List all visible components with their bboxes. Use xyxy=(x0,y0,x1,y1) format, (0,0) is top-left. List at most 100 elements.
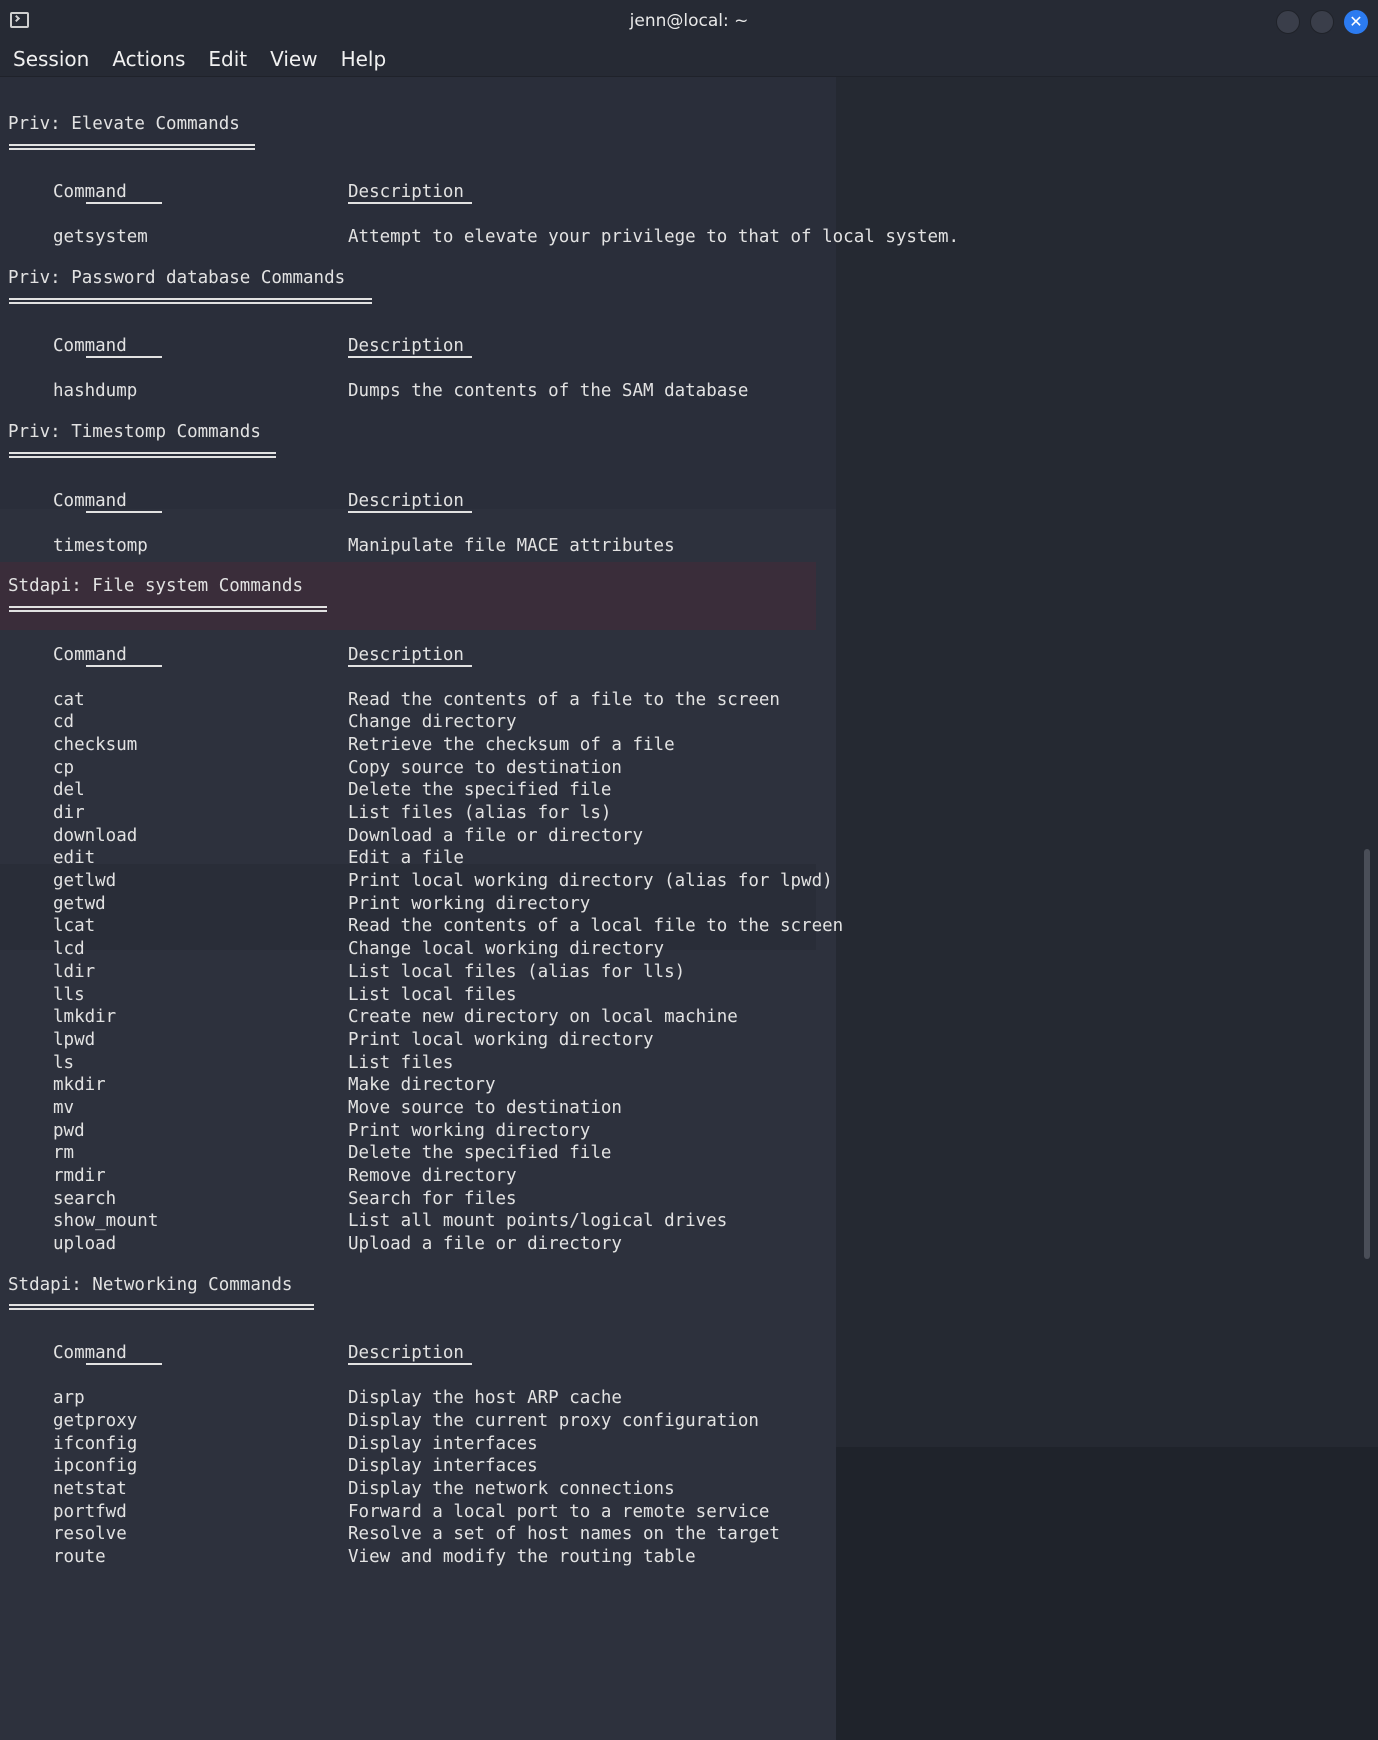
command-description: Move source to destination xyxy=(348,1097,622,1118)
command-name: arp xyxy=(53,1388,85,1409)
menu-help[interactable]: Help xyxy=(328,43,397,71)
window-title: jenn@local: ~ xyxy=(629,11,749,31)
command-name: cat xyxy=(53,689,85,710)
command-description: Display the current proxy configuration xyxy=(348,1410,759,1431)
command-row: del Delete the specified file xyxy=(8,779,1348,802)
command-row: timestomp Manipulate file MACE attributes xyxy=(8,535,1348,558)
column-header-underline xyxy=(8,202,1348,226)
command-name: lcat xyxy=(53,916,96,937)
menu-view[interactable]: View xyxy=(257,43,327,71)
command-row: mkdir Make directory xyxy=(8,1074,1348,1097)
command-row: lmkdir Create new directory on local mach… xyxy=(8,1006,1348,1029)
command-description: Print working directory xyxy=(348,1120,591,1141)
command-name: rmdir xyxy=(53,1166,106,1186)
command-description: Print local working directory (alias for… xyxy=(348,871,833,892)
command-description: Search for files xyxy=(348,1188,517,1209)
command-name: lcd xyxy=(53,939,85,960)
header-command: Command xyxy=(53,336,127,357)
command-name: ldir xyxy=(53,961,96,982)
section: Priv: Elevate Commands Command Description… xyxy=(8,113,1348,249)
column-header-row: Command Description xyxy=(8,1342,1348,1365)
command-name: getsystem xyxy=(53,227,148,248)
command-name: netstat xyxy=(53,1478,127,1499)
title-bar: jenn@local: ~ ✕ xyxy=(0,0,1378,43)
menu-edit[interactable]: Edit xyxy=(195,43,257,71)
column-header-row: Command Description xyxy=(8,644,1348,667)
command-description: Display interfaces xyxy=(348,1456,538,1477)
command-row: upload Upload a file or directory xyxy=(8,1233,1348,1256)
command-name: del xyxy=(53,780,85,801)
command-description: Change local working directory xyxy=(348,939,665,960)
command-name: upload xyxy=(53,1234,117,1255)
command-row: cp Copy source to destination xyxy=(8,757,1348,780)
command-row: lls List local files xyxy=(8,984,1348,1007)
command-row: edit Edit a file xyxy=(8,847,1348,870)
terminal-text: Priv: Elevate Commands Command Description… xyxy=(8,77,1348,1569)
header-description: Description xyxy=(348,182,464,203)
menu-session[interactable]: Session xyxy=(0,43,99,71)
command-description: Delete the specified file xyxy=(348,780,612,801)
command-description: Create new directory on local machine xyxy=(348,1007,738,1028)
section-title: Priv: Password database Commands xyxy=(8,268,346,289)
column-header-underline xyxy=(8,1363,1348,1387)
command-name: rm xyxy=(53,1143,75,1164)
command-description: Display the host ARP cache xyxy=(348,1388,622,1409)
command-name: cd xyxy=(53,712,75,733)
close-button[interactable]: ✕ xyxy=(1344,10,1368,34)
command-row: arp Display the host ARP cache xyxy=(8,1387,1348,1410)
column-header-row: Command Description xyxy=(8,490,1348,513)
section: Priv: Timestomp Commands Command Descripti… xyxy=(8,421,1348,557)
section-title-underline xyxy=(8,598,1348,621)
command-description: List local files (alias for lls) xyxy=(348,961,686,982)
command-name: cp xyxy=(53,757,75,778)
command-name: getproxy xyxy=(53,1410,138,1431)
command-description: Dumps the contents of the SAM database xyxy=(348,381,749,402)
command-description: Forward a local port to a remote service xyxy=(348,1501,770,1522)
section-title: Stdapi: File system Commands xyxy=(8,576,304,597)
header-description: Description xyxy=(348,490,464,511)
command-row: pwd Print working directory xyxy=(8,1120,1348,1143)
command-name: hashdump xyxy=(53,381,138,402)
command-description: Print local working directory xyxy=(348,1029,654,1050)
command-row: getsystem Attempt to elevate your privile… xyxy=(8,226,1348,249)
command-row: getproxy Display the current proxy config… xyxy=(8,1410,1348,1433)
command-description: Print working directory xyxy=(348,893,591,914)
command-description: Read the contents of a local file to the… xyxy=(348,916,844,937)
menu-actions[interactable]: Actions xyxy=(99,43,195,71)
command-description: Display interfaces xyxy=(348,1433,538,1454)
command-row: ldir List local files (alias for lls) xyxy=(8,961,1348,984)
command-name: mv xyxy=(53,1097,75,1118)
minimize-button[interactable] xyxy=(1276,10,1300,34)
section-title-underline xyxy=(8,136,1348,159)
command-description: View and modify the routing table xyxy=(348,1546,696,1567)
command-name: lpwd xyxy=(53,1029,96,1050)
command-row: show_mount List all mount points/logical … xyxy=(8,1210,1348,1233)
command-name: ifconfig xyxy=(53,1433,138,1454)
command-description: Remove directory xyxy=(348,1166,517,1186)
command-name: dir xyxy=(53,803,85,823)
command-name: show_mount xyxy=(53,1211,159,1232)
header-description: Description xyxy=(348,336,464,357)
terminal-output-area[interactable]: Priv: Elevate Commands Command Description… xyxy=(0,77,1378,1740)
command-description: Delete the specified file xyxy=(348,1143,612,1164)
command-row: portfwd Forward a local port to a remote … xyxy=(8,1501,1348,1524)
command-row: rmdir Remove directory xyxy=(8,1165,1348,1188)
header-description: Description xyxy=(348,644,464,665)
command-row: resolve Resolve a set of host names on th… xyxy=(8,1523,1348,1546)
section-title: Priv: Elevate Commands xyxy=(8,114,240,134)
command-row: lcd Change local working directory xyxy=(8,938,1348,961)
column-header-underline xyxy=(8,510,1348,535)
command-row: download Download a file or directory xyxy=(8,825,1348,848)
command-description: List local files xyxy=(348,984,517,1005)
header-description: Description xyxy=(348,1343,464,1364)
command-row: getlwd Print local working directory (ali… xyxy=(8,870,1348,893)
command-description: Attempt to elevate your privilege to tha… xyxy=(348,227,960,248)
scrollbar[interactable] xyxy=(1364,849,1370,1259)
header-command: Command xyxy=(53,182,127,203)
command-row: ipconfig Display interfaces xyxy=(8,1455,1348,1478)
column-header-underline xyxy=(8,356,1348,380)
maximize-button[interactable] xyxy=(1310,10,1334,34)
section-title-underline xyxy=(8,444,1348,467)
column-header-underline xyxy=(8,664,1348,689)
command-name: ls xyxy=(53,1052,75,1073)
